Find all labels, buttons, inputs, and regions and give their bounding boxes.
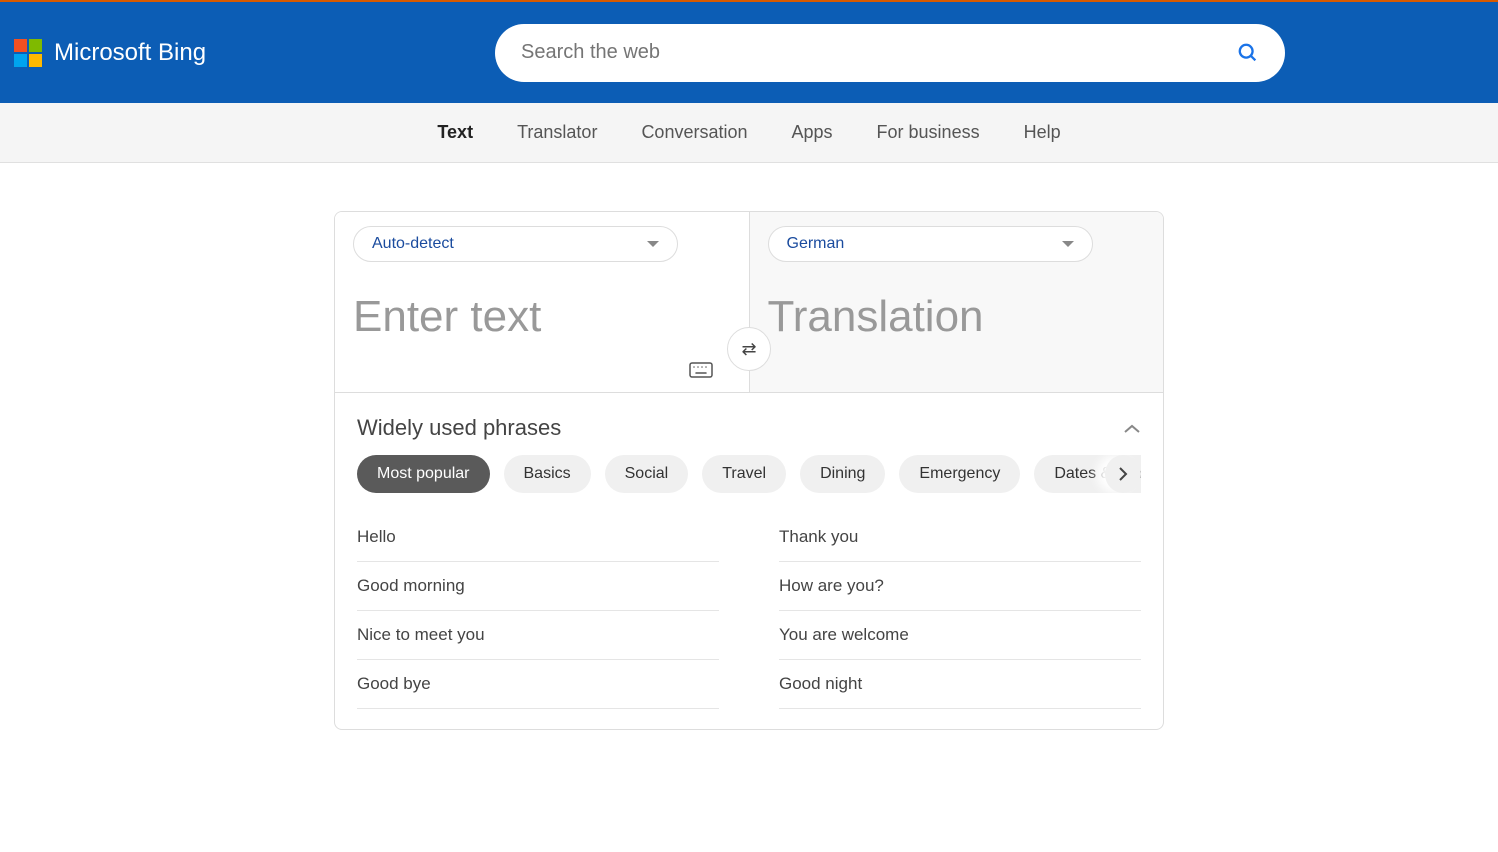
swap-icon: ⇄ xyxy=(741,339,756,360)
keyboard-icon[interactable] xyxy=(689,362,713,378)
tab-conversation[interactable]: Conversation xyxy=(641,122,747,143)
microsoft-logo-icon xyxy=(14,39,42,67)
nav-tabs: Text Translator Conversation Apps For busine… xyxy=(0,103,1498,163)
target-text-output: Translation xyxy=(768,262,1146,342)
tab-help[interactable]: Help xyxy=(1024,122,1061,143)
search-input[interactable] xyxy=(521,41,1237,64)
source-language-select[interactable]: Auto-detect xyxy=(353,226,678,262)
swap-languages-button[interactable]: ⇄ xyxy=(727,327,771,371)
phrase-item[interactable]: Good morning xyxy=(357,562,719,611)
phrase-item[interactable]: How are you? xyxy=(779,562,1141,611)
category-most-popular[interactable]: Most popular xyxy=(357,455,490,493)
translator-container: Auto-detect Enter text German Translatio… xyxy=(334,211,1164,730)
target-panel: German Translation xyxy=(750,212,1164,392)
categories-scroll-right-button[interactable] xyxy=(1105,455,1141,493)
search-box[interactable] xyxy=(495,24,1285,82)
phrase-item[interactable]: Nice to meet you xyxy=(357,611,719,660)
category-social[interactable]: Social xyxy=(605,455,689,493)
search-wrap xyxy=(206,24,1484,82)
category-dining[interactable]: Dining xyxy=(800,455,885,493)
phrase-item[interactable]: Good night xyxy=(779,660,1141,709)
tab-for-business[interactable]: For business xyxy=(877,122,980,143)
phrases-section: Widely used phrases Most popular Basics So… xyxy=(335,392,1163,729)
phrase-item[interactable]: Hello xyxy=(357,513,719,562)
target-language-label: German xyxy=(787,235,845,253)
chevron-down-icon xyxy=(647,241,659,247)
phrases-title: Widely used phrases xyxy=(357,415,561,441)
header: Microsoft Bing xyxy=(0,0,1498,103)
category-emergency[interactable]: Emergency xyxy=(899,455,1020,493)
source-panel: Auto-detect Enter text xyxy=(335,212,750,392)
target-language-select[interactable]: German xyxy=(768,226,1093,262)
chevron-right-icon xyxy=(1118,466,1128,482)
chevron-down-icon xyxy=(1062,241,1074,247)
logo-area[interactable]: Microsoft Bing xyxy=(14,39,206,67)
phrase-item[interactable]: You are welcome xyxy=(779,611,1141,660)
tab-apps[interactable]: Apps xyxy=(792,122,833,143)
translator-panels: Auto-detect Enter text German Translatio… xyxy=(335,212,1163,392)
category-basics[interactable]: Basics xyxy=(504,455,591,493)
brand-text: Microsoft Bing xyxy=(54,39,206,67)
phrase-item[interactable]: Thank you xyxy=(779,513,1141,562)
source-text-input[interactable]: Enter text xyxy=(353,262,731,342)
tab-text[interactable]: Text xyxy=(437,122,473,143)
tab-translator[interactable]: Translator xyxy=(517,122,597,143)
source-language-label: Auto-detect xyxy=(372,235,454,253)
phrases-header[interactable]: Widely used phrases xyxy=(357,407,1141,455)
category-chips: Most popular Basics Social Travel Dining Emer… xyxy=(357,455,1141,495)
chevron-up-icon xyxy=(1123,418,1141,439)
phrase-grid: Hello Thank you Good morning How are you? Ni… xyxy=(357,495,1141,729)
phrase-item[interactable]: Good bye xyxy=(357,660,719,709)
search-icon[interactable] xyxy=(1237,42,1259,64)
category-travel[interactable]: Travel xyxy=(702,455,786,493)
